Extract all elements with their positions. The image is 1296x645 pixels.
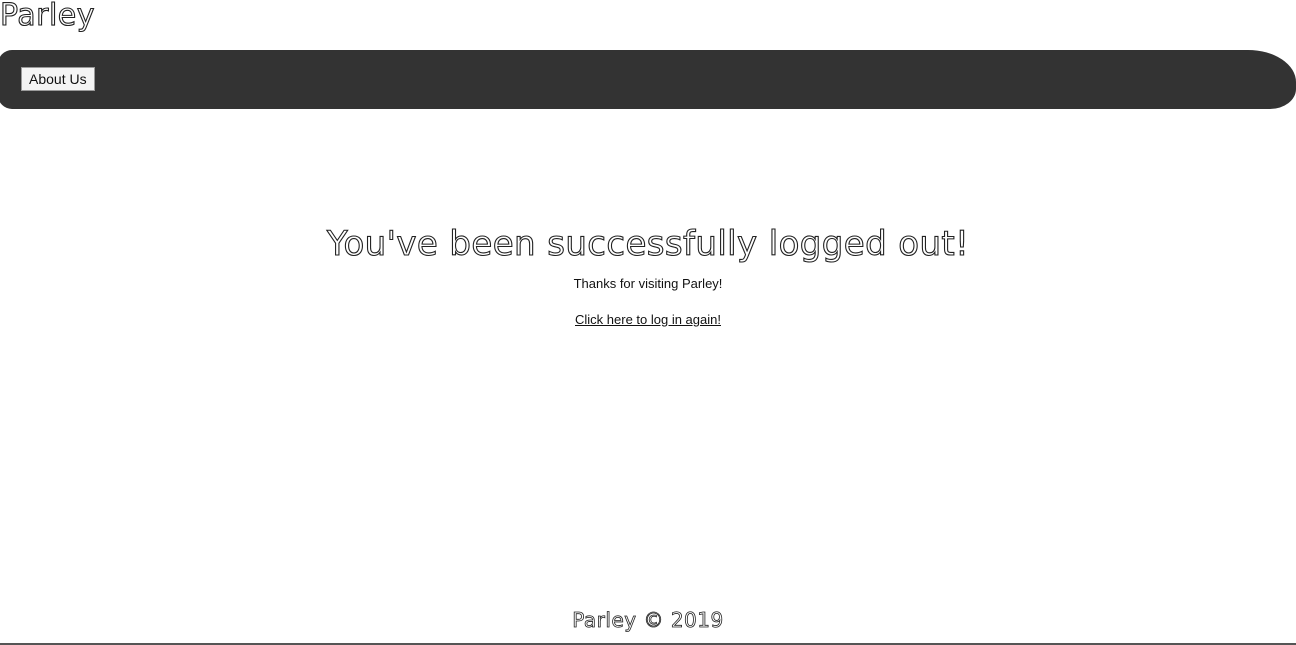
navbar: About Us — [0, 50, 1296, 109]
page: Parley About Us You've been successfully… — [0, 0, 1296, 645]
about-us-button[interactable]: About Us — [21, 67, 95, 91]
site-title: Parley — [0, 0, 96, 34]
logout-message: You've been successfully logged out! Tha… — [0, 220, 1296, 328]
logout-headline: You've been successfully logged out! — [326, 223, 970, 264]
footer-copyright: Parley © 2019 — [572, 608, 724, 633]
login-again-link[interactable]: Click here to log in again! — [575, 312, 721, 327]
thanks-text: Thanks for visiting Parley! — [573, 276, 723, 291]
